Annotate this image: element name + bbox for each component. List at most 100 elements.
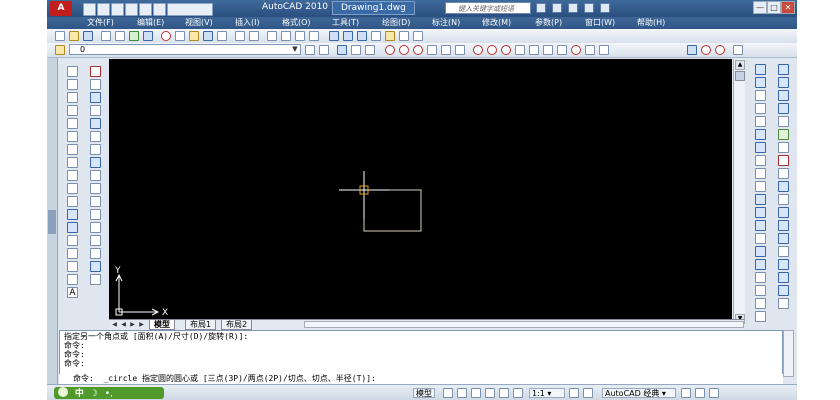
dimension-diameter-icon[interactable] — [755, 142, 766, 153]
array-icon[interactable] — [90, 118, 101, 129]
pan-status-icon[interactable] — [471, 388, 481, 398]
tool-palettes-icon[interactable] — [357, 31, 367, 41]
subscription-icon[interactable] — [552, 3, 562, 13]
dimension-angular-icon[interactable] — [755, 155, 766, 166]
construction-line-icon[interactable] — [67, 79, 78, 90]
command-input[interactable]: 命令: _circle 指定圆的圆心或 [三点(3P)/两点(2P)/切点、切点… — [59, 374, 783, 384]
save-file-icon[interactable] — [83, 31, 93, 41]
cut-icon[interactable] — [161, 31, 171, 41]
search-go-icon[interactable] — [536, 3, 546, 13]
pan-icon[interactable] — [267, 31, 277, 41]
zoom-status-icon[interactable] — [485, 388, 495, 398]
lights-icon[interactable] — [778, 298, 789, 309]
blend-icon[interactable] — [90, 274, 101, 285]
block-editor-icon[interactable] — [217, 31, 227, 41]
properties-icon[interactable] — [329, 31, 339, 41]
hatch-icon[interactable] — [67, 248, 78, 259]
undo-toolbar-icon[interactable] — [235, 31, 245, 41]
command-scrollbar[interactable] — [783, 330, 794, 377]
menu-edit[interactable]: 编辑(E) — [137, 18, 164, 28]
isolate-objects-icon[interactable] — [695, 388, 705, 398]
chamfer-icon[interactable] — [90, 235, 101, 246]
view-se-iso-icon[interactable] — [778, 155, 789, 166]
lock-toolbar-icon[interactable] — [681, 388, 691, 398]
dimension-text-edit-icon[interactable] — [755, 298, 766, 309]
fillet-icon[interactable] — [90, 248, 101, 259]
inspection-icon[interactable] — [755, 259, 766, 270]
quick-dimension-icon[interactable] — [755, 168, 766, 179]
redo-icon[interactable] — [153, 3, 166, 16]
view-top-icon[interactable] — [778, 64, 789, 75]
paste-icon[interactable] — [189, 31, 199, 41]
stretch-icon[interactable] — [90, 170, 101, 181]
annotation-scale-dropdown[interactable]: 1:1 ▾ — [529, 388, 565, 398]
menu-help[interactable]: 帮助(H) — [637, 18, 665, 28]
dimension-aligned-icon[interactable] — [755, 77, 766, 88]
help-icon[interactable] — [600, 3, 610, 13]
menu-view[interactable]: 视图(V) — [185, 18, 213, 28]
maximize-button[interactable]: □ — [767, 1, 781, 14]
drawn-rectangle[interactable] — [363, 189, 422, 232]
arc-icon[interactable] — [67, 131, 78, 142]
match-properties-icon[interactable] — [203, 31, 213, 41]
view-sw-iso-icon[interactable] — [778, 142, 789, 153]
dimension-continue-icon[interactable] — [755, 194, 766, 205]
ime-punctuation-icon[interactable]: •, — [105, 389, 113, 399]
scroll-up-icon[interactable]: ▲ — [735, 60, 745, 70]
close-button[interactable]: ✕ — [781, 1, 795, 14]
named-views-icon[interactable] — [365, 45, 375, 55]
snap-perpendicular-icon[interactable] — [515, 45, 525, 55]
open-icon[interactable] — [69, 31, 79, 41]
next-layout-icon[interactable]: ▶ — [129, 321, 136, 328]
offset-icon[interactable] — [90, 105, 101, 116]
visual-style-conceptual-icon[interactable] — [778, 259, 789, 270]
trim-icon[interactable] — [90, 183, 101, 194]
visual-style-hidden-icon[interactable] — [778, 233, 789, 244]
dim-style-icon[interactable] — [687, 45, 697, 55]
circle-icon[interactable] — [67, 144, 78, 155]
auto-scale-icon[interactable] — [583, 388, 593, 398]
scroll-thumb[interactable] — [735, 71, 745, 81]
annotation-visibility-icon[interactable] — [569, 388, 579, 398]
dimension-update-icon[interactable] — [755, 311, 766, 322]
ime-moon-icon[interactable]: ☽ — [90, 389, 98, 399]
ucs-icon[interactable] — [351, 45, 361, 55]
markup-icon[interactable] — [385, 31, 395, 41]
snap-insert-icon[interactable] — [543, 45, 553, 55]
snap-apparent-icon[interactable] — [441, 45, 451, 55]
help-toolbar-icon[interactable] — [413, 31, 423, 41]
revision-cloud-icon[interactable] — [67, 157, 78, 168]
scale-icon[interactable] — [90, 157, 101, 168]
communication-icon[interactable] — [568, 3, 578, 13]
snap-midpoint-icon[interactable] — [399, 45, 409, 55]
dimension-break-icon[interactable] — [755, 220, 766, 231]
search-input[interactable]: 键入关键字或短语 — [445, 2, 531, 14]
view-nw-iso-icon[interactable] — [778, 181, 789, 192]
zoom-realtime-icon[interactable] — [281, 31, 291, 41]
snap-node-icon[interactable] — [557, 45, 567, 55]
dimension-space-icon[interactable] — [755, 207, 766, 218]
clean-screen-icon[interactable] — [709, 388, 719, 398]
ime-mode[interactable]: 中 — [75, 389, 84, 399]
prev-layout-icon[interactable]: ◀ — [120, 321, 127, 328]
workspace-dropdown[interactable] — [167, 3, 213, 16]
tab-model[interactable]: 模型 — [149, 320, 175, 330]
canvas-horizontal-scrollbar[interactable] — [304, 321, 744, 328]
region-icon[interactable] — [67, 274, 78, 285]
view-back-icon[interactable] — [778, 129, 789, 140]
quick-view-drawings-icon[interactable] — [457, 388, 467, 398]
move-icon[interactable] — [90, 131, 101, 142]
design-center-icon[interactable] — [343, 31, 353, 41]
snap-from-icon[interactable] — [455, 45, 465, 55]
visual-style-3d-icon[interactable] — [778, 220, 789, 231]
menu-dimension[interactable]: 标注(N) — [432, 18, 460, 28]
view-ne-iso-icon[interactable] — [778, 168, 789, 179]
materials-icon[interactable] — [778, 285, 789, 296]
quick-view-layouts-icon[interactable] — [443, 388, 453, 398]
layer-properties-icon[interactable] — [55, 45, 65, 55]
join-icon[interactable] — [90, 222, 101, 233]
dimension-radius-icon[interactable] — [755, 116, 766, 127]
save-icon[interactable] — [111, 3, 124, 16]
workspace-switch-dropdown[interactable]: AutoCAD 经典 ▾ — [602, 388, 676, 398]
tab-layout2[interactable]: 布局2 — [221, 320, 253, 330]
